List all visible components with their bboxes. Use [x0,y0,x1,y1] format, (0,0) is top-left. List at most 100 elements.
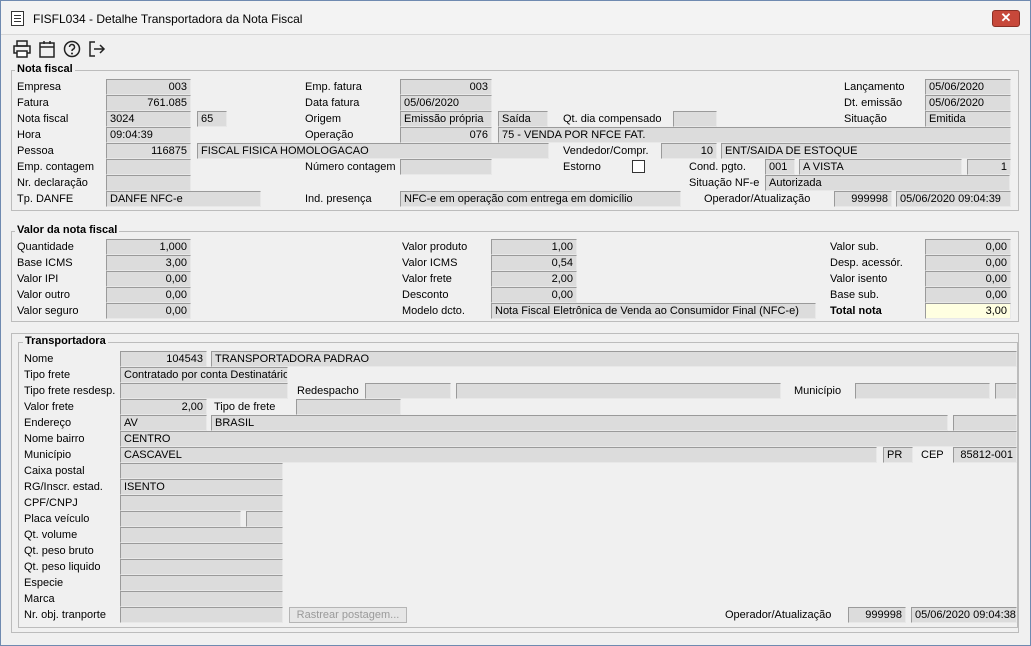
municipio-top-field[interactable] [855,383,990,399]
valor-isento-field[interactable]: 0,00 [925,271,1011,287]
origem-field[interactable]: Emissão própria [400,111,492,127]
cond-pgto-label: Cond. pgto. [689,161,746,173]
pessoa-name-field[interactable]: FISCAL FISICA HOMOLOGACAO [197,143,549,159]
data-fatura-label: Data fatura [305,97,360,109]
municipio-field[interactable]: CASCAVEL [120,447,877,463]
atualizacao-field[interactable]: 05/06/2020 09:04:39 [896,191,1011,207]
rastrear-postagem-button[interactable]: Rastrear postagem... [289,607,407,623]
printer-icon[interactable] [11,38,33,60]
cpf-field[interactable] [120,495,283,511]
valor-ipi-field[interactable]: 0,00 [106,271,191,287]
caixa-postal-field[interactable] [120,463,283,479]
data-fatura-field[interactable]: 05/06/2020 [400,95,492,111]
nome-field[interactable]: TRANSPORTADORA PADRAO [211,351,1017,367]
emp-fatura-label: Emp. fatura [305,81,362,93]
modelo-label: Modelo dcto. [402,305,465,317]
hora-field[interactable]: 09:04:39 [106,127,191,143]
cond-code-field[interactable]: 001 [765,159,795,175]
operacao-desc-field[interactable]: 75 - VENDA POR NFCE FAT. [498,127,1011,143]
uf-field[interactable]: PR [883,447,913,463]
placa-field[interactable] [120,511,241,527]
transportadora-title: Transportadora [23,335,108,347]
desconto-label: Desconto [402,289,449,301]
nr-declaracao-field[interactable] [106,175,191,191]
empresa-field[interactable]: 003 [106,79,191,95]
estorno-checkbox[interactable] [632,160,645,173]
transp-atualizacao-field[interactable]: 05/06/2020 09:04:38 [911,607,1017,623]
valor-sub-field[interactable]: 0,00 [925,239,1011,255]
operador-field[interactable]: 999998 [834,191,892,207]
situacao-nfe-field[interactable]: Autorizada [765,175,1010,191]
tipo-frete-label: Tipo frete [24,369,71,381]
caixa-postal-label: Caixa postal [24,465,85,477]
vendedor-code-field[interactable]: 10 [661,143,717,159]
close-button[interactable]: ✕ [992,10,1020,27]
endereco-tipo-field[interactable]: AV [120,415,207,431]
valor-seguro-field[interactable]: 0,00 [106,303,191,319]
bairro-field[interactable]: CENTRO [120,431,1017,447]
serie-field[interactable]: 65 [197,111,227,127]
redespacho-label: Redespacho [297,385,359,397]
redespacho-code-field[interactable] [365,383,451,399]
dt-emissao-label: Dt. emissão [844,97,903,109]
modelo-field[interactable]: Nota Fiscal Eletrônica de Venda ao Consu… [491,303,816,319]
nota-field[interactable]: 3024 [106,111,191,127]
valor-outro-field[interactable]: 0,00 [106,287,191,303]
cep-field[interactable]: 85812-001 [953,447,1017,463]
nr-obj-field[interactable] [120,607,283,623]
marca-field[interactable] [120,591,283,607]
nome-code-field[interactable]: 104543 [120,351,207,367]
peso-liquido-field[interactable] [120,559,283,575]
tipo-de-frete-field[interactable] [296,399,401,415]
qt-volume-field[interactable] [120,527,283,543]
valor-ipi-label: Valor IPI [17,273,59,285]
vendedor-name-field[interactable]: ENT/SAIDA DE ESTOQUE [721,143,1011,159]
tp-danfe-field[interactable]: DANFE NFC-e [106,191,261,207]
peso-bruto-field[interactable] [120,543,283,559]
quantidade-field[interactable]: 1,000 [106,239,191,255]
rg-field[interactable]: ISENTO [120,479,283,495]
base-sub-field[interactable]: 0,00 [925,287,1011,303]
help-icon[interactable] [61,38,83,60]
cep-label: CEP [921,449,944,461]
qt-dia-field[interactable] [673,111,717,127]
origem-tipo-field[interactable]: Saída [498,111,548,127]
valor-produto-label: Valor produto [402,241,468,253]
total-field[interactable]: 3,00 [925,303,1011,319]
placa-label: Placa veículo [24,513,90,525]
valor-frete-field[interactable]: 2,00 [491,271,577,287]
endereco-numero-field[interactable] [953,415,1017,431]
numero-contagem-field[interactable] [400,159,492,175]
uf-top-field[interactable] [995,383,1017,399]
valor-produto-field[interactable]: 1,00 [491,239,577,255]
operacao-code-field[interactable]: 076 [400,127,492,143]
base-icms-field[interactable]: 3,00 [106,255,191,271]
endereco-field[interactable]: BRASIL [211,415,948,431]
qt-volume-label: Qt. volume [24,529,78,541]
tipo-frete-field[interactable]: Contratado por conta Destinatário [120,367,288,383]
fatura-field[interactable]: 761.085 [106,95,191,111]
tipo-frete-resdesp-label: Tipo frete resdesp. [24,385,116,397]
cond-num-field[interactable]: 1 [967,159,1011,175]
tipo-frete-resdesp-field[interactable] [120,383,288,399]
placa-uf-field[interactable] [246,511,283,527]
redespacho-name-field[interactable] [456,383,781,399]
emp-fatura-field[interactable]: 003 [400,79,492,95]
operacao-label: Operação [305,129,354,141]
situacao-field[interactable]: Emitida [925,111,1011,127]
transp-operador-field[interactable]: 999998 [848,607,906,623]
desconto-field[interactable]: 0,00 [491,287,577,303]
emp-contagem-field[interactable] [106,159,191,175]
valor-frete-field[interactable]: 2,00 [120,399,207,415]
dt-emissao-field[interactable]: 05/06/2020 [925,95,1011,111]
lancamento-field[interactable]: 05/06/2020 [925,79,1011,95]
ind-presenca-field[interactable]: NFC-e em operação com entrega em domicíl… [400,191,681,207]
calendar-icon[interactable] [36,38,58,60]
valor-icms-field[interactable]: 0,54 [491,255,577,271]
desp-field[interactable]: 0,00 [925,255,1011,271]
exit-icon[interactable] [86,38,108,60]
cond-desc-field[interactable]: A VISTA [799,159,962,175]
pessoa-code-field[interactable]: 116875 [106,143,191,159]
especie-field[interactable] [120,575,283,591]
base-icms-label: Base ICMS [17,257,73,269]
